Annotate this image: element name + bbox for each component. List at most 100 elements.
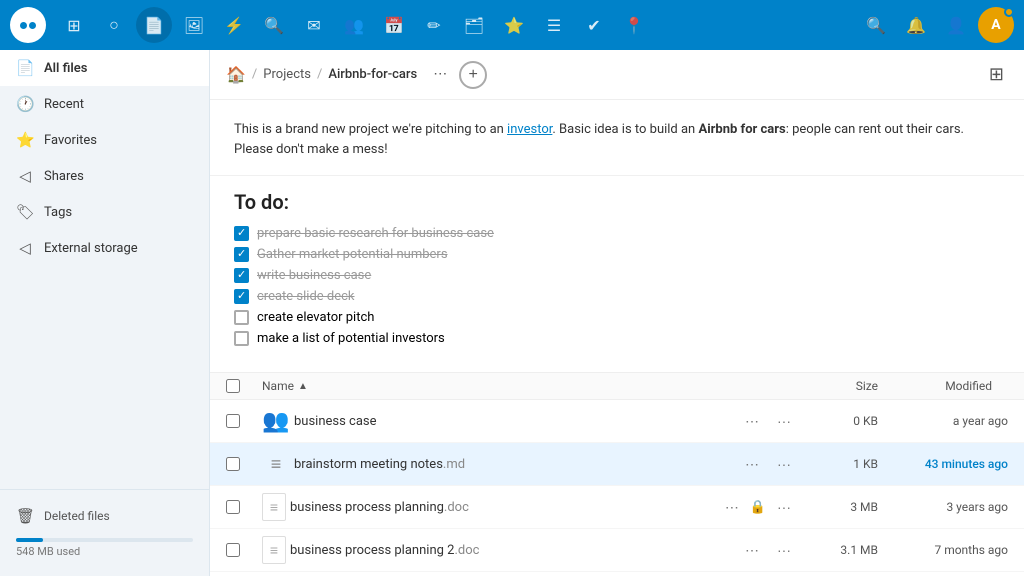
file-modified: a year ago (878, 414, 1008, 428)
todo-item-4: create slide deck (234, 289, 1000, 304)
table-row[interactable]: ≡ business process planning 2.doc ⋯ ··· … (210, 529, 1024, 572)
nav-activity-icon[interactable]: ○ (96, 7, 132, 43)
nav-notes-icon[interactable]: ✏ (416, 7, 452, 43)
sort-arrow: ▲ (298, 381, 308, 392)
nav-tasks-icon[interactable]: ✔ (576, 7, 612, 43)
nav-menu-icon[interactable]: ☰ (536, 7, 572, 43)
select-all-checkbox[interactable] (226, 379, 240, 393)
todo-item-2: Gather market potential numbers (234, 247, 1000, 262)
sidebar-shares-label: Shares (44, 169, 84, 184)
nav-activity2-icon[interactable]: ⚡ (216, 7, 252, 43)
table-row[interactable]: 👥 business case ⋯ ··· 0 KB a year ago (210, 400, 1024, 443)
todo-checkbox-4[interactable] (234, 289, 249, 304)
sidebar-item-favorites[interactable]: ⭐ Favorites (0, 122, 209, 158)
content-area: 🏠 / Projects / Airbnb-for-cars ⋯ + ⊞ Thi… (210, 50, 1024, 576)
breadcrumb-sep-2: / (317, 67, 322, 82)
file-modified: 3 years ago (878, 500, 1008, 514)
more-button[interactable]: ··· (770, 536, 798, 564)
recent-icon: 🕐 (16, 95, 34, 113)
nav-calendar-icon[interactable]: 📅 (376, 7, 412, 43)
row-checkbox[interactable] (226, 543, 240, 557)
storage-bar-wrap: 548 MB used (0, 534, 209, 568)
file-row-actions: ⋯ ··· (738, 450, 798, 478)
row-checkbox[interactable] (226, 414, 240, 428)
contacts-top-icon[interactable]: 👤 (938, 7, 974, 43)
sidebar-external-storage-label: External storage (44, 241, 138, 256)
more-button[interactable]: ··· (770, 407, 798, 435)
sidebar-item-recent[interactable]: 🕐 Recent (0, 86, 209, 122)
file-name: brainstorm meeting notes.md (294, 457, 465, 472)
nav-maps-icon[interactable]: 📍 (616, 7, 652, 43)
sidebar-item-external-storage[interactable]: ◁ External storage (0, 230, 209, 266)
table-row[interactable]: 🔄 CRISP-DM_Process_Diagram.png ⋯ 🔒 ··· 6… (210, 572, 1024, 576)
sidebar-item-all-files[interactable]: 📄 All files (0, 50, 209, 86)
sidebar-item-shares[interactable]: ◁ Shares (0, 158, 209, 194)
file-table-header: Name ▲ Size Modified (210, 373, 1024, 400)
todo-label-2: Gather market potential numbers (257, 247, 448, 262)
more-button[interactable]: ··· (770, 450, 798, 478)
doc-file-icon: ≡ (262, 493, 286, 521)
breadcrumb-home[interactable]: 🏠 (226, 65, 246, 84)
sidebar-deleted-files[interactable]: 🗑 Deleted files (0, 498, 209, 534)
file-row-actions: ⋯ ··· (738, 407, 798, 435)
todo-label-3: write business case (257, 268, 371, 283)
file-name: business case (294, 414, 377, 429)
logo-dot (20, 22, 27, 29)
nav-contacts-icon[interactable]: 👥 (336, 7, 372, 43)
storage-bar (16, 538, 193, 542)
avatar-badge (1004, 7, 1014, 17)
grid-toggle-button[interactable]: ⊞ (985, 60, 1008, 89)
sidebar-recent-label: Recent (44, 97, 84, 112)
todo-checkbox-1[interactable] (234, 226, 249, 241)
sidebar-item-tags[interactable]: 🏷 Tags (0, 194, 209, 230)
share-button[interactable]: ⋯ (738, 536, 766, 564)
share-breadcrumb-button[interactable]: ⋯ (427, 61, 453, 87)
favorites-icon: ⭐ (16, 131, 34, 149)
name-column-header[interactable]: Name ▲ (262, 379, 728, 393)
share-button[interactable]: ⋯ (738, 450, 766, 478)
file-name-wrap: brainstorm meeting notes.md (294, 457, 738, 472)
todo-item-3: write business case (234, 268, 1000, 283)
todo-checkbox-5[interactable] (234, 310, 249, 325)
nav-bookmarks-icon[interactable]: ⭐ (496, 7, 532, 43)
top-navigation: ⊞ ○ 📄 🖼 ⚡ 🔍 ✉ 👥 📅 ✏ 🗂 ⭐ ☰ ✔ 📍 🔍 🔔 👤 A (0, 0, 1024, 50)
airbnb-for-cars-bold: Airbnb for cars (698, 122, 785, 137)
todo-checkbox-3[interactable] (234, 268, 249, 283)
more-button[interactable]: ··· (770, 493, 798, 521)
modified-column-header: Modified (878, 379, 1008, 393)
nav-deck-icon[interactable]: 🗂 (456, 7, 492, 43)
file-name-wrap: business process planning.doc (290, 500, 718, 515)
breadcrumb-projects[interactable]: Projects (263, 67, 311, 82)
share-button[interactable]: ⋯ (738, 407, 766, 435)
todo-item-6: make a list of potential investors (234, 331, 1000, 346)
table-row[interactable]: ≡ business process planning.doc ⋯ 🔒 ··· … (210, 486, 1024, 529)
nav-files-icon[interactable]: ⊞ (56, 7, 92, 43)
nav-photos-icon[interactable]: 🖼 (176, 7, 212, 43)
nav-files-active-icon[interactable]: 📄 (136, 7, 172, 43)
user-avatar-wrap[interactable]: A (978, 7, 1014, 43)
sidebar-bottom: 🗑 Deleted files 548 MB used (0, 489, 209, 576)
sidebar-tags-label: Tags (44, 205, 72, 220)
file-modified: 7 months ago (878, 543, 1008, 557)
row-checkbox[interactable] (226, 457, 240, 471)
nav-search-icon[interactable]: 🔍 (256, 7, 292, 43)
share-button[interactable]: ⋯ (718, 493, 746, 521)
todo-checkbox-2[interactable] (234, 247, 249, 262)
add-button[interactable]: + (459, 61, 487, 89)
nav-mail-icon[interactable]: ✉ (296, 7, 332, 43)
todo-checkbox-6[interactable] (234, 331, 249, 346)
size-column-header: Size (798, 379, 878, 393)
search-top-icon[interactable]: 🔍 (858, 7, 894, 43)
row-checkbox[interactable] (226, 500, 240, 514)
table-row[interactable]: ≡ brainstorm meeting notes.md ⋯ ··· 1 KB… (210, 443, 1024, 486)
storage-bar-fill (16, 538, 43, 542)
file-table: Name ▲ Size Modified 👥 business case ⋯ (210, 373, 1024, 576)
trash-icon: 🗑 (16, 507, 34, 525)
file-size: 3 MB (798, 500, 878, 514)
notifications-icon[interactable]: 🔔 (898, 7, 934, 43)
deleted-files-label: Deleted files (44, 509, 110, 523)
investor-link[interactable]: investor (507, 122, 552, 137)
note-text-middle: . Basic idea is to build an (552, 122, 698, 137)
file-size: 0 KB (798, 414, 878, 428)
app-logo[interactable] (10, 7, 46, 43)
